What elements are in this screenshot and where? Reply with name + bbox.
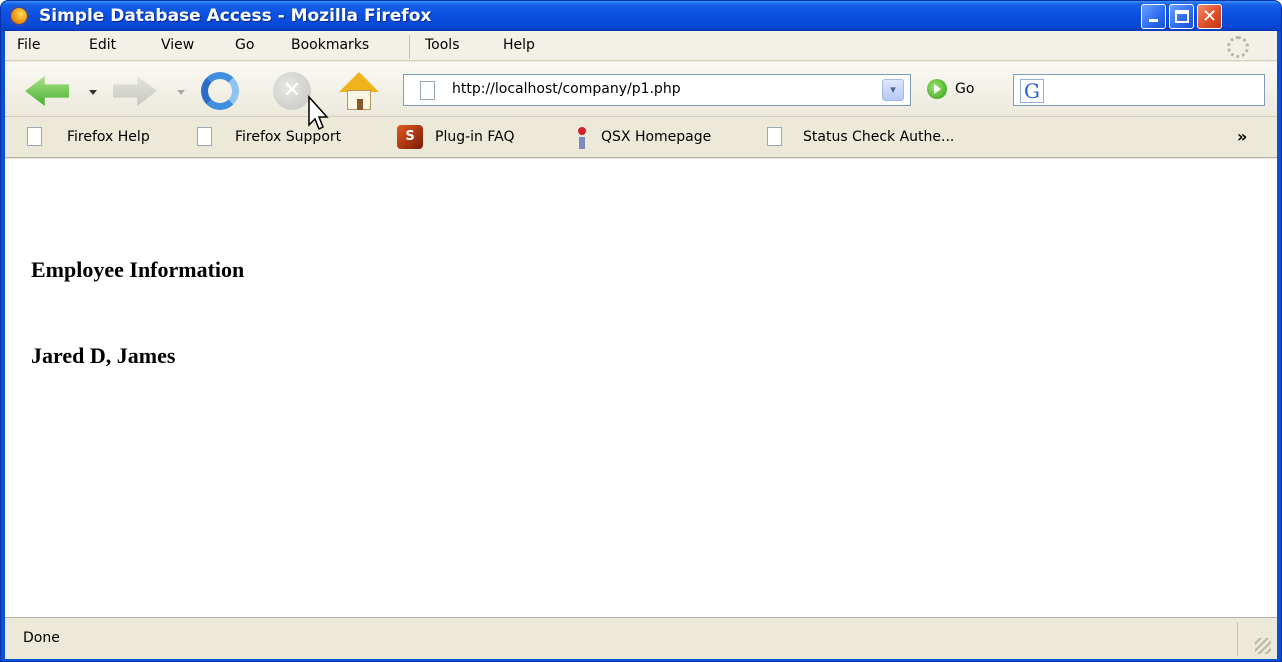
bookmark-plugin-faq[interactable]: Plug-in FAQ: [435, 129, 514, 145]
menu-edit[interactable]: Edit: [89, 37, 116, 53]
firefox-logo-icon: [9, 6, 29, 26]
back-arrow-icon[interactable]: [25, 76, 69, 106]
home-body: [347, 90, 371, 110]
bookmark-firefox-help[interactable]: Firefox Help: [67, 129, 150, 145]
home-roof: [339, 72, 379, 92]
mouse-cursor-icon: [308, 95, 329, 131]
go-icon[interactable]: [927, 79, 947, 99]
info-dot: [578, 127, 586, 135]
search-input[interactable]: G: [1013, 74, 1265, 106]
page-icon: [197, 127, 212, 146]
close-icon: ✕: [1201, 6, 1218, 27]
back-dropdown-icon[interactable]: [89, 90, 97, 95]
menu-go[interactable]: Go: [235, 37, 254, 53]
page-icon: [27, 127, 42, 146]
status-bar: Done: [5, 617, 1277, 659]
menu-bar: File Edit View Go Bookmarks Tools Help: [5, 31, 1277, 61]
menu-bookmarks[interactable]: Bookmarks: [291, 37, 369, 53]
home-icon[interactable]: [339, 72, 379, 110]
maximize-icon: [1175, 10, 1189, 23]
reload-icon[interactable]: [201, 72, 239, 110]
bookmarks-toolbar: Firefox Help Firefox Support S Plug-in F…: [5, 118, 1277, 158]
browser-window: Simple Database Access - Mozilla Firefox…: [0, 0, 1282, 662]
close-button[interactable]: ✕: [1197, 4, 1222, 29]
menu-view[interactable]: View: [161, 37, 194, 53]
go-button[interactable]: Go: [955, 81, 974, 97]
forward-arrow-icon[interactable]: [113, 76, 157, 106]
menu-file[interactable]: File: [17, 37, 40, 53]
page-icon: [420, 81, 435, 100]
url-dropdown-button[interactable]: ▾: [882, 79, 904, 101]
resize-grip-icon[interactable]: [1255, 638, 1271, 654]
info-icon: [577, 127, 587, 149]
forward-dropdown-icon[interactable]: [177, 90, 185, 95]
minimize-button[interactable]: [1141, 4, 1166, 29]
throbber-icon: [1227, 36, 1249, 58]
page-heading: Employee Information: [31, 257, 245, 282]
info-bar: [579, 137, 585, 149]
page-icon: [767, 127, 782, 146]
home-door: [357, 99, 363, 110]
status-separator: [1237, 622, 1238, 656]
employee-name: Jared D, James: [31, 343, 176, 368]
bookmark-status-check[interactable]: Status Check Authe...: [803, 129, 954, 145]
menu-tools[interactable]: Tools: [425, 37, 460, 53]
minimize-icon: [1149, 19, 1158, 22]
navigation-toolbar: ✕ http://localhost/company/p1.php ▾ Go G: [5, 62, 1277, 117]
menu-separator: [409, 35, 410, 59]
menu-help[interactable]: Help: [503, 37, 535, 53]
status-text: Done: [23, 630, 60, 646]
url-bar[interactable]: http://localhost/company/p1.php ▾: [403, 74, 911, 106]
window-title: Simple Database Access - Mozilla Firefox: [39, 6, 432, 26]
maximize-button[interactable]: [1169, 4, 1194, 29]
plugin-icon: S: [397, 125, 423, 149]
search-engine-icon[interactable]: G: [1020, 79, 1044, 103]
bookmark-qsx-homepage[interactable]: QSX Homepage: [601, 129, 711, 145]
bookmarks-overflow-button[interactable]: »: [1237, 127, 1247, 146]
page-content: Employee Information Jared D, James: [5, 159, 1277, 617]
title-bar[interactable]: Simple Database Access - Mozilla Firefox…: [1, 1, 1281, 31]
url-input[interactable]: http://localhost/company/p1.php: [452, 81, 681, 97]
